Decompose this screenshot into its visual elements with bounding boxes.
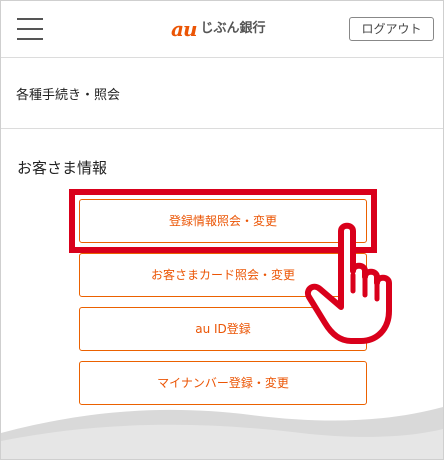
- procedures-section[interactable]: 各種手続き・照会: [1, 58, 443, 129]
- my-number-button[interactable]: マイナンバー登録・変更: [79, 361, 367, 405]
- procedures-title: 各種手続き・照会: [16, 88, 121, 103]
- hamburger-menu-icon[interactable]: [17, 18, 43, 40]
- customer-info-title: お客さま情報: [17, 159, 108, 177]
- customer-card-button[interactable]: お客さまカード照会・変更: [79, 253, 367, 297]
- registration-info-button[interactable]: 登録情報照会・変更: [79, 199, 367, 243]
- au-jibun-bank-logo[interactable]: au じぶん銀行: [171, 18, 266, 40]
- logout-button[interactable]: ログアウト: [349, 17, 434, 41]
- logo-bank-text: じぶん銀行: [200, 21, 266, 36]
- au-id-register-button[interactable]: au ID登録: [79, 307, 367, 351]
- screen-frame: au じぶん銀行 ログアウト 各種手続き・照会 お客さま情報 登録情報照会・変更…: [0, 0, 444, 460]
- menu-bar: [17, 28, 43, 30]
- logo-au-text: au: [171, 17, 197, 41]
- menu-bar: [17, 18, 43, 20]
- menu-bar: [17, 38, 43, 40]
- header: au じぶん銀行 ログアウト: [1, 1, 443, 58]
